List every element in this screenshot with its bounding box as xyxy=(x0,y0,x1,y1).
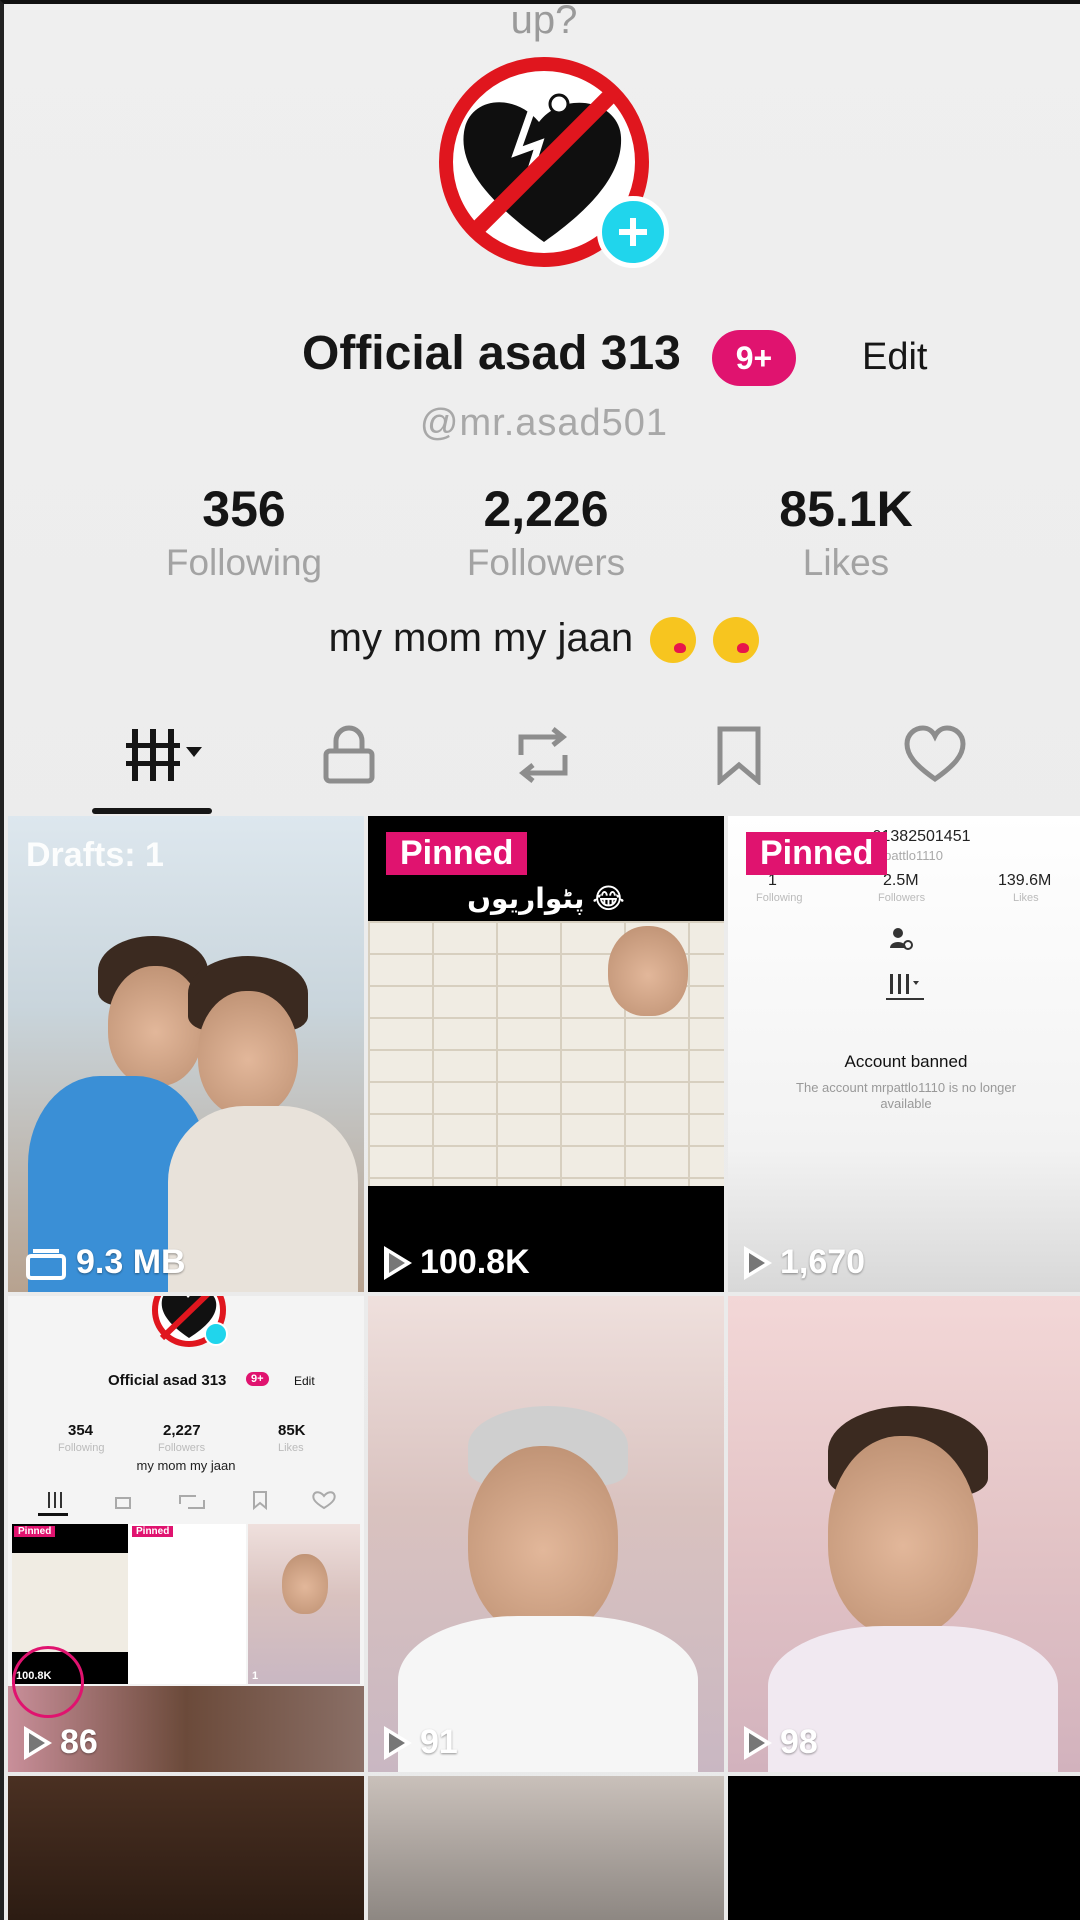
tab-saved[interactable] xyxy=(694,720,784,790)
partial-heading: up? xyxy=(510,0,578,42)
banned-likes-label: Likes xyxy=(1013,892,1039,904)
video-thumbnail xyxy=(468,1446,618,1636)
tab-private[interactable] xyxy=(304,720,394,790)
banned-likes-value: 139.6M xyxy=(998,872,1052,889)
pinned-video-tile[interactable]: user91382501451 mrpattlo1110 1 Following… xyxy=(728,816,1080,1292)
view-count-text: 100.8K xyxy=(420,1243,530,1281)
drafts-size-text: 9.3 MB xyxy=(76,1243,186,1281)
pinned-video-tile[interactable]: Pinned پٹواریوں 😂 100.8K xyxy=(368,816,724,1292)
video-thumbnail xyxy=(168,1106,358,1292)
profile-handle: @mr.asad501 xyxy=(419,402,669,444)
profile-name: Official asad 313 xyxy=(302,327,681,380)
mini-followers-value: 2,227 xyxy=(163,1422,201,1439)
person-settings-icon xyxy=(890,928,913,950)
followers-stat[interactable]: 2,226 Followers xyxy=(416,480,676,584)
view-count-text: 1,670 xyxy=(780,1243,866,1281)
tab-liked[interactable] xyxy=(890,720,980,790)
video-thumbnail xyxy=(608,926,688,1016)
broken-heart-banned-icon xyxy=(152,1296,228,1347)
pinned-badge: Pinned xyxy=(746,832,888,875)
view-count: 91 xyxy=(384,1723,458,1762)
heart-icon xyxy=(904,725,966,783)
mini-tile: Pinned xyxy=(128,1524,246,1684)
likes-label: Likes xyxy=(802,542,890,583)
plus-icon xyxy=(619,218,647,246)
drafts-label: Drafts: 1 xyxy=(26,836,164,874)
notification-badge[interactable]: 9+ xyxy=(712,330,796,386)
mini-following-value: 354 xyxy=(68,1422,94,1439)
mini-badge: 9+ xyxy=(246,1372,269,1386)
video-thumbnail xyxy=(828,1436,978,1636)
mini-tab-icons xyxy=(38,1491,336,1516)
likes-count: 85.1K xyxy=(779,481,913,537)
play-icon xyxy=(744,1245,772,1280)
mini-tile: 1 xyxy=(248,1524,360,1684)
add-story-button[interactable] xyxy=(597,196,669,268)
view-count: 98 xyxy=(744,1723,818,1762)
pinned-badge: Pinned xyxy=(386,832,528,875)
banned-followers-value: 2.5M xyxy=(883,872,919,889)
video-caption: پٹواریوں 😂 xyxy=(467,883,625,914)
profile-name-row: Official asad 313 9+ Edit xyxy=(4,326,1080,396)
mini-pinned: Pinned xyxy=(14,1526,56,1537)
video-tile[interactable]: Official asad 313 9+ Edit 354 Following … xyxy=(8,1296,364,1772)
banned-followers-label: Followers xyxy=(878,892,926,904)
videos-grid-icon xyxy=(886,974,924,1000)
tab-reposts[interactable] xyxy=(498,720,588,790)
view-count: 86 xyxy=(24,1723,98,1762)
mini-bio: my mom my jaan xyxy=(136,1458,236,1473)
mini-likes-label: Likes xyxy=(278,1442,304,1454)
edit-button[interactable]: Edit xyxy=(862,336,927,379)
mini-pinned: Pinned xyxy=(132,1526,174,1537)
videos-grid-icon xyxy=(126,729,202,781)
video-tile[interactable]: 98 xyxy=(728,1296,1080,1772)
drafts-stack-icon xyxy=(26,1248,66,1280)
following-stat[interactable]: 356 Following xyxy=(114,480,374,584)
view-count-text: 91 xyxy=(420,1723,458,1761)
following-label: Following xyxy=(165,542,323,583)
lock-icon xyxy=(323,725,375,784)
video-thumbnail xyxy=(282,1554,328,1614)
likes-stat[interactable]: 85.1K Likes xyxy=(716,480,976,584)
play-icon xyxy=(384,1245,412,1280)
banned-title: Account banned xyxy=(844,1052,968,1071)
drafts-tile[interactable]: Drafts: 1 9.3 MB xyxy=(8,816,364,1292)
kiss-emoji-icon xyxy=(713,617,760,664)
drafts-size: 9.3 MB xyxy=(26,1243,186,1282)
view-count: 1,670 xyxy=(744,1243,866,1282)
play-icon xyxy=(24,1725,52,1760)
mini-profile-name: Official asad 313 xyxy=(108,1372,227,1389)
view-count-text: 86 xyxy=(60,1723,98,1761)
mini-likes-value: 85K xyxy=(278,1422,306,1439)
bookmark-icon xyxy=(717,726,761,785)
followers-count: 2,226 xyxy=(483,481,609,537)
view-count-text: 98 xyxy=(780,1723,818,1761)
mini-followers-label: Followers xyxy=(158,1442,206,1454)
banned-message: The account mrpattlo1110 is no longer av… xyxy=(796,1080,1016,1111)
video-thumbnail xyxy=(198,991,298,1116)
video-tile[interactable] xyxy=(8,1776,364,1920)
video-tile[interactable] xyxy=(728,1776,1080,1920)
highlight-circle xyxy=(12,1646,84,1718)
play-icon xyxy=(384,1725,412,1760)
profile-screen: up? Official asad 313 9+ Edit @mr.asad50… xyxy=(0,0,1080,1920)
view-count: 100.8K xyxy=(384,1243,530,1282)
followers-label: Followers xyxy=(466,542,626,583)
following-count: 356 xyxy=(202,481,286,537)
video-tile[interactable] xyxy=(368,1776,724,1920)
banned-following-label: Following xyxy=(756,892,803,904)
tab-videos[interactable] xyxy=(114,720,214,790)
active-tab-indicator xyxy=(92,808,212,814)
video-tile[interactable]: 91 xyxy=(368,1296,724,1772)
bio-text: my mom my jaan xyxy=(328,616,634,660)
profile-bio: my mom my jaan xyxy=(4,616,1080,664)
play-icon xyxy=(744,1725,772,1760)
mini-edit: Edit xyxy=(294,1374,315,1388)
mini-views: 1 xyxy=(252,1670,259,1682)
mini-following-label: Following xyxy=(58,1442,105,1454)
kiss-emoji-icon xyxy=(650,617,697,664)
repost-icon xyxy=(518,727,568,783)
